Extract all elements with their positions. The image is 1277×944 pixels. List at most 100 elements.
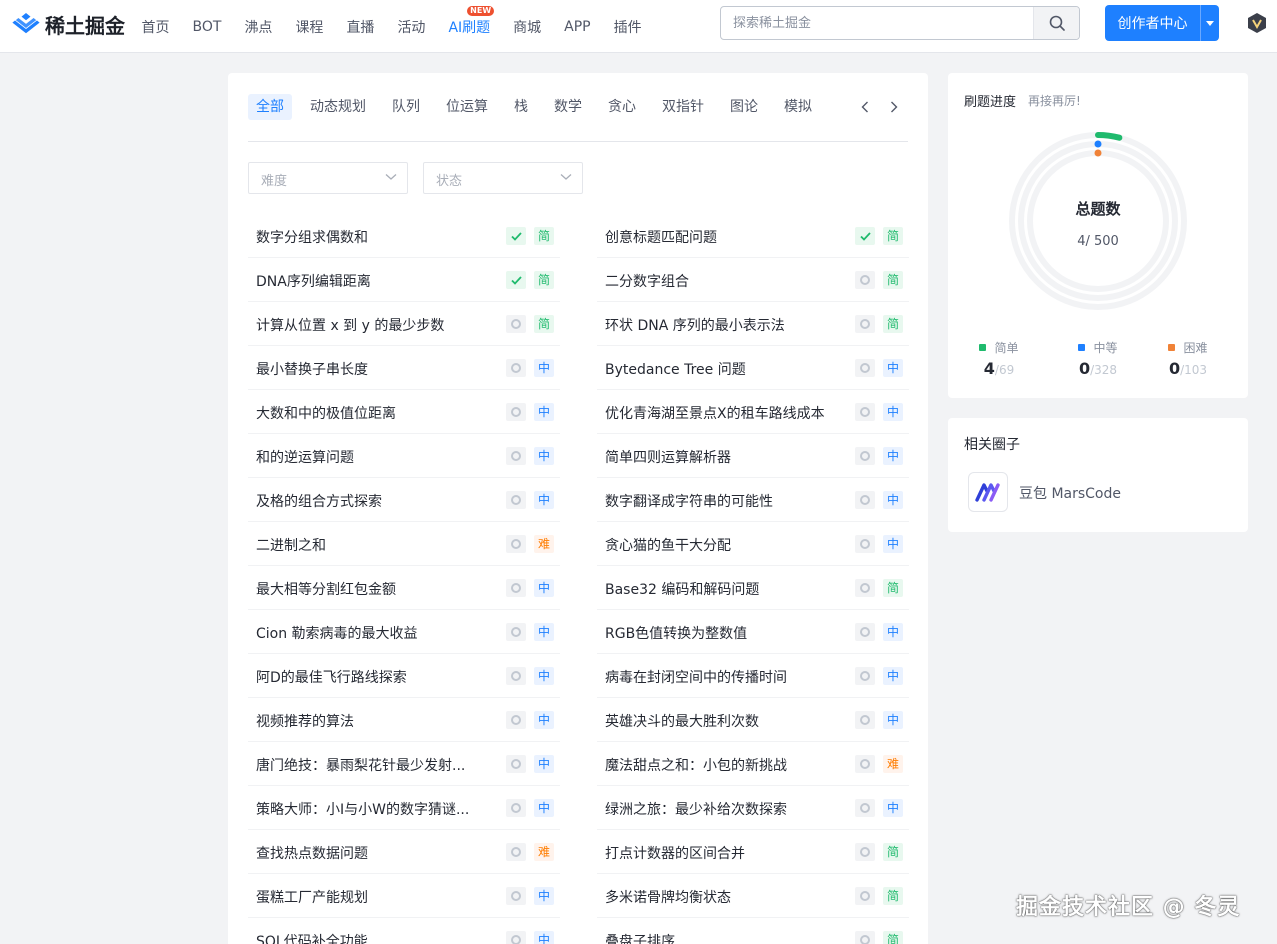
category-tab[interactable]: 位运算 bbox=[438, 94, 496, 120]
problem-row[interactable]: 计算从位置 x 到 y 的最少步数 简 bbox=[248, 302, 560, 346]
nav-item[interactable]: BOT bbox=[193, 19, 222, 35]
nav-item[interactable]: APP bbox=[564, 19, 590, 35]
problem-row[interactable]: 多米诺骨牌均衡状态 简 bbox=[597, 874, 909, 918]
problem-title[interactable]: 绿洲之旅：最少补给次数探索 bbox=[605, 799, 787, 819]
problem-title[interactable]: 创意标题匹配问题 bbox=[605, 227, 717, 247]
problem-title[interactable]: 病毒在封闭空间中的传播时间 bbox=[605, 667, 787, 687]
problem-row[interactable]: 视频推荐的算法 中 bbox=[248, 698, 560, 742]
problem-title[interactable]: 英雄决斗的最大胜利次数 bbox=[605, 711, 759, 731]
marscode-logo[interactable] bbox=[968, 472, 1008, 512]
problem-row[interactable]: RGB色值转换为整数值 中 bbox=[597, 610, 909, 654]
nav-item[interactable]: 首页 bbox=[142, 17, 170, 37]
vip-badge[interactable] bbox=[1246, 12, 1268, 38]
tabs-prev-button[interactable] bbox=[856, 95, 874, 119]
nav-item[interactable]: 沸点 bbox=[244, 17, 272, 37]
problem-title[interactable]: 数字分组求偶数和 bbox=[256, 227, 368, 247]
search-button[interactable] bbox=[1033, 7, 1079, 39]
problem-row[interactable]: 魔法甜点之和：小包的新挑战 难 bbox=[597, 742, 909, 786]
problem-title[interactable]: 阿D的最佳飞行路线探索 bbox=[256, 667, 407, 687]
problem-row[interactable]: 数字翻译成字符串的可能性 中 bbox=[597, 478, 909, 522]
problem-title[interactable]: 及格的组合方式探索 bbox=[256, 491, 382, 511]
problem-row[interactable]: 叠盘子排序 简 bbox=[597, 918, 909, 944]
problem-title[interactable]: Base32 编码和解码问题 bbox=[605, 579, 759, 599]
problem-title[interactable]: 最大相等分割红包金额 bbox=[256, 579, 396, 599]
nav-item[interactable]: 活动 bbox=[397, 17, 425, 37]
problem-row[interactable]: 创意标题匹配问题 简 bbox=[597, 214, 909, 258]
problem-row[interactable]: 最大相等分割红包金额 中 bbox=[248, 566, 560, 610]
problem-title[interactable]: 多米诺骨牌均衡状态 bbox=[605, 887, 731, 907]
category-tab[interactable]: 动态规划 bbox=[302, 94, 374, 120]
category-tab[interactable]: 队列 bbox=[384, 94, 428, 120]
problem-title[interactable]: 和的逆运算问题 bbox=[256, 447, 354, 467]
problem-title[interactable]: 计算从位置 x 到 y 的最少步数 bbox=[256, 315, 444, 335]
creator-center-button[interactable]: 创作者中心 bbox=[1105, 5, 1219, 41]
problem-row[interactable]: Cion 勒索病毒的最大收益 中 bbox=[248, 610, 560, 654]
problem-row[interactable]: 查找热点数据问题 难 bbox=[248, 830, 560, 874]
problem-row[interactable]: SQL代码补全功能 中 bbox=[248, 918, 560, 944]
status-select[interactable]: 状态 bbox=[423, 162, 583, 194]
problem-row[interactable]: 绿洲之旅：最少补给次数探索 中 bbox=[597, 786, 909, 830]
problem-title[interactable]: 策略大师：小I与小W的数字猜谜... bbox=[256, 799, 469, 819]
problem-row[interactable]: 环状 DNA 序列的最小表示法 简 bbox=[597, 302, 909, 346]
problem-row[interactable]: 大数和中的极值位距离 中 bbox=[248, 390, 560, 434]
problem-title[interactable]: 打点计数器的区间合并 bbox=[605, 843, 745, 863]
problem-row[interactable]: 二分数字组合 简 bbox=[597, 258, 909, 302]
problem-title[interactable]: 最小替换子串长度 bbox=[256, 359, 368, 379]
problem-row[interactable]: 和的逆运算问题 中 bbox=[248, 434, 560, 478]
problem-row[interactable]: 阿D的最佳飞行路线探索 中 bbox=[248, 654, 560, 698]
creator-dropdown-toggle[interactable] bbox=[1200, 5, 1219, 41]
problem-row[interactable]: 简单四则运算解析器 中 bbox=[597, 434, 909, 478]
problem-title[interactable]: RGB色值转换为整数值 bbox=[605, 623, 747, 643]
problem-row[interactable]: 英雄决斗的最大胜利次数 中 bbox=[597, 698, 909, 742]
search-input[interactable] bbox=[721, 7, 1033, 39]
problem-row[interactable]: 策略大师：小I与小W的数字猜谜... 中 bbox=[248, 786, 560, 830]
problem-title[interactable]: 贪心猫的鱼干大分配 bbox=[605, 535, 731, 555]
problem-title[interactable]: 查找热点数据问题 bbox=[256, 843, 368, 863]
problem-row[interactable]: DNA序列编辑距离 简 bbox=[248, 258, 560, 302]
logo[interactable]: 稀土掘金 bbox=[12, 10, 125, 38]
circle-name[interactable]: 豆包 MarsCode bbox=[1019, 483, 1121, 503]
problem-title[interactable]: 环状 DNA 序列的最小表示法 bbox=[605, 315, 785, 335]
category-tab[interactable]: 图论 bbox=[722, 94, 766, 120]
nav-item[interactable]: AI刷题 NEW bbox=[448, 5, 495, 37]
nav-item[interactable]: 直播 bbox=[346, 17, 374, 37]
category-tab[interactable]: 双指针 bbox=[654, 94, 712, 120]
problem-title[interactable]: 二进制之和 bbox=[256, 535, 326, 555]
problem-row[interactable]: 优化青海湖至景点X的租车路线成本 中 bbox=[597, 390, 909, 434]
problem-row[interactable]: Bytedance Tree 问题 中 bbox=[597, 346, 909, 390]
category-tab[interactable]: 数学 bbox=[546, 94, 590, 120]
problem-row[interactable]: 及格的组合方式探索 中 bbox=[248, 478, 560, 522]
problem-row[interactable]: 病毒在封闭空间中的传播时间 中 bbox=[597, 654, 909, 698]
problem-title[interactable]: 蛋糕工厂产能规划 bbox=[256, 887, 368, 907]
category-tab[interactable]: 贪心 bbox=[600, 94, 644, 120]
problem-row[interactable]: 贪心猫的鱼干大分配 中 bbox=[597, 522, 909, 566]
difficulty-select[interactable]: 难度 bbox=[248, 162, 408, 194]
nav-item[interactable]: 商城 bbox=[513, 17, 541, 37]
problem-row[interactable]: Base32 编码和解码问题 简 bbox=[597, 566, 909, 610]
problem-title[interactable]: 数字翻译成字符串的可能性 bbox=[605, 491, 773, 511]
nav-item[interactable]: 课程 bbox=[295, 17, 323, 37]
problem-row[interactable]: 唐门绝技：暴雨梨花针最少发射... 中 bbox=[248, 742, 560, 786]
problem-title[interactable]: 大数和中的极值位距离 bbox=[256, 403, 396, 423]
problem-title[interactable]: 简单四则运算解析器 bbox=[605, 447, 731, 467]
category-tab[interactable]: 全部 bbox=[248, 94, 292, 120]
problem-row[interactable]: 蛋糕工厂产能规划 中 bbox=[248, 874, 560, 918]
problem-title[interactable]: Cion 勒索病毒的最大收益 bbox=[256, 623, 418, 643]
problem-row[interactable]: 数字分组求偶数和 简 bbox=[248, 214, 560, 258]
problem-title[interactable]: 优化青海湖至景点X的租车路线成本 bbox=[605, 403, 825, 423]
problem-row[interactable]: 最小替换子串长度 中 bbox=[248, 346, 560, 390]
tabs-next-button[interactable] bbox=[885, 95, 903, 119]
problem-title[interactable]: 唐门绝技：暴雨梨花针最少发射... bbox=[256, 755, 465, 775]
category-tab[interactable]: 模拟 bbox=[776, 94, 820, 120]
problem-title[interactable]: Bytedance Tree 问题 bbox=[605, 359, 746, 379]
problem-title[interactable]: SQL代码补全功能 bbox=[256, 931, 368, 944]
problem-title[interactable]: 二分数字组合 bbox=[605, 271, 689, 291]
problem-title[interactable]: 视频推荐的算法 bbox=[256, 711, 354, 731]
nav-item[interactable]: 插件 bbox=[614, 17, 642, 37]
category-tab[interactable]: 栈 bbox=[506, 94, 536, 120]
problem-row[interactable]: 二进制之和 难 bbox=[248, 522, 560, 566]
problem-row[interactable]: 打点计数器的区间合并 简 bbox=[597, 830, 909, 874]
problem-title[interactable]: DNA序列编辑距离 bbox=[256, 271, 371, 291]
problem-title[interactable]: 魔法甜点之和：小包的新挑战 bbox=[605, 755, 787, 775]
problem-title[interactable]: 叠盘子排序 bbox=[605, 931, 675, 944]
